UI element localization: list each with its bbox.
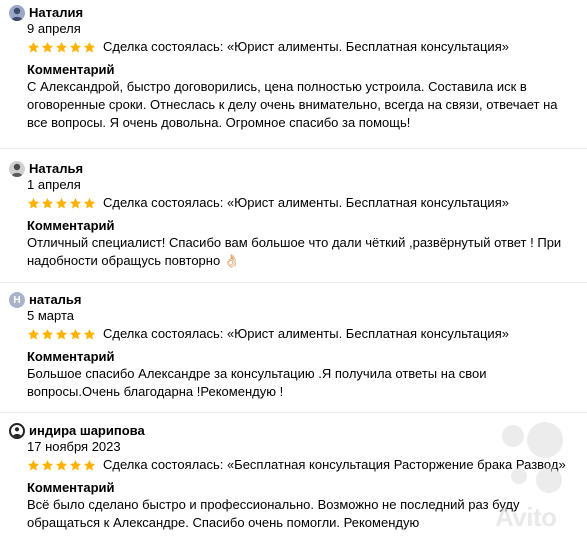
user-photo-icon <box>11 7 23 21</box>
star-icon <box>69 328 82 339</box>
avatar[interactable]: Н <box>9 292 25 308</box>
star-icon <box>27 328 40 339</box>
rating-stars <box>27 328 96 341</box>
divider <box>0 148 587 149</box>
star-icon <box>27 41 40 52</box>
star-icon <box>83 328 96 339</box>
avito-watermark: Avito <box>461 418 579 532</box>
review-rating-row: Сделка состоялась: «Юрист алименты. Бесп… <box>27 38 509 56</box>
deal-info: Сделка состоялась: «Юрист алименты. Бесп… <box>103 326 509 341</box>
comment-label: Комментарий <box>27 62 115 77</box>
star-icon <box>69 459 82 470</box>
star-icon <box>69 197 82 208</box>
star-icon <box>41 197 54 208</box>
star-icon <box>83 41 96 52</box>
review-date: 1 апреля <box>27 177 81 192</box>
star-icon <box>55 328 68 339</box>
review-date: 5 марта <box>27 308 74 323</box>
star-icon <box>41 328 54 339</box>
divider <box>0 282 587 283</box>
star-icon <box>41 41 54 52</box>
star-icon <box>27 197 40 208</box>
avatar[interactable] <box>9 423 25 439</box>
comment-label: Комментарий <box>27 349 115 364</box>
deal-info: Сделка состоялась: «Юрист алименты. Бесп… <box>103 39 509 54</box>
comment-text: С Александрой, быстро договорились, цена… <box>27 79 558 130</box>
rating-stars <box>27 197 96 210</box>
review-rating-row: Сделка состоялась: «Юрист алименты. Бесп… <box>27 325 509 343</box>
user-icon <box>12 427 22 437</box>
comment-label: Комментарий <box>27 218 115 233</box>
star-icon <box>69 41 82 52</box>
star-icon <box>27 459 40 470</box>
divider <box>0 412 587 413</box>
star-icon <box>55 197 68 208</box>
star-icon <box>83 197 96 208</box>
rating-stars <box>27 41 96 54</box>
star-icon <box>55 459 68 470</box>
deal-info: Сделка состоялась: «Юрист алименты. Бесп… <box>103 195 509 210</box>
comment-text: Отличный специалист! Спасибо вам большое… <box>27 235 562 268</box>
star-icon <box>55 41 68 52</box>
comment-text: Большое спасибо Александре за консультац… <box>27 366 487 399</box>
rating-stars <box>27 459 96 472</box>
watermark-text: Avito <box>495 502 557 532</box>
comment-label: Комментарий <box>27 480 115 495</box>
avatar[interactable] <box>9 161 25 177</box>
star-icon <box>41 459 54 470</box>
review-date: 9 апреля <box>27 21 81 36</box>
review-date: 17 ноября 2023 <box>27 439 121 454</box>
star-icon <box>83 459 96 470</box>
avatar[interactable] <box>9 5 25 21</box>
avito-logo-icon <box>502 422 563 493</box>
user-photo-icon <box>11 163 23 177</box>
review-rating-row: Сделка состоялась: «Юрист алименты. Бесп… <box>27 194 509 212</box>
